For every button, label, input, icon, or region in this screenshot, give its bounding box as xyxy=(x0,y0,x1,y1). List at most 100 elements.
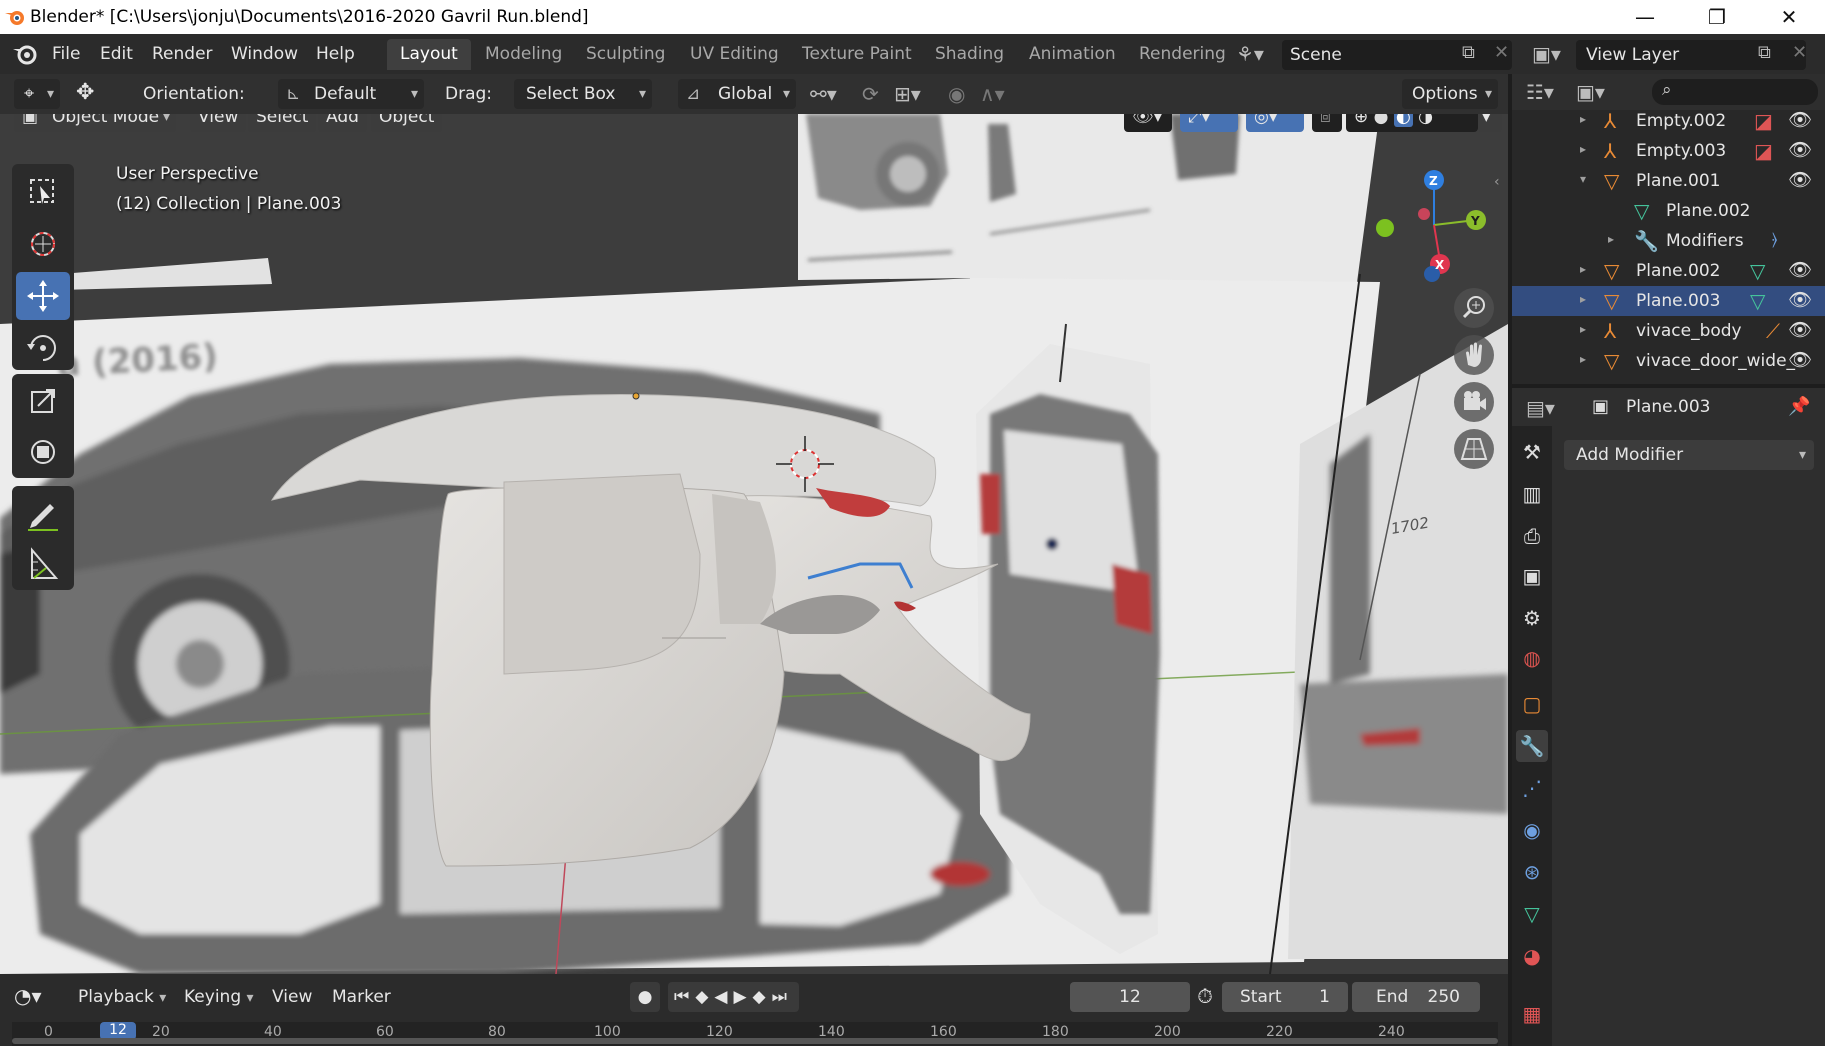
proportional-falloff-icon[interactable]: ∧▾ xyxy=(980,82,1005,106)
outliner-editor-type-icon[interactable]: ☷▾ xyxy=(1526,80,1554,104)
visibility-eye-icon[interactable]: 👁 xyxy=(1788,138,1812,161)
menu-render[interactable]: Render xyxy=(152,44,213,64)
snap-toggle-icon[interactable]: ⟳ xyxy=(862,82,879,106)
collapse-arrow-icon[interactable]: ▾ xyxy=(1580,172,1586,186)
select-box-tool[interactable] xyxy=(16,168,70,216)
timeline-editor-type-icon[interactable]: ◔▾ xyxy=(14,984,42,1008)
play-reverse-icon[interactable]: ◀ xyxy=(714,987,733,1007)
properties-editor-type-icon[interactable]: ▤▾ xyxy=(1526,396,1555,420)
rotate-tool[interactable] xyxy=(16,324,70,372)
jump-start-icon[interactable]: ⏮ xyxy=(674,987,695,1007)
outliner-row[interactable]: ▸ 🔧 Modifiers ⦒ xyxy=(1512,226,1825,256)
end-frame-field[interactable]: End 250 xyxy=(1352,982,1480,1012)
tool-tab-icon[interactable]: ⚒ xyxy=(1516,436,1548,468)
add-modifier-dropdown[interactable]: Add Modifier ▾ xyxy=(1564,440,1814,470)
close-window-button[interactable]: ✕ xyxy=(1766,4,1812,30)
options-dropdown[interactable]: Options ▾ xyxy=(1402,79,1498,109)
viewport-menu-add[interactable]: Add xyxy=(318,114,367,132)
minimize-button[interactable]: — xyxy=(1622,4,1668,30)
tab-rendering[interactable]: Rendering xyxy=(1126,39,1239,70)
expand-arrow-icon[interactable]: ▸ xyxy=(1580,262,1586,276)
view-layer-name-field[interactable]: View Layer xyxy=(1576,40,1806,70)
render-tab-icon[interactable]: ▥ xyxy=(1516,478,1548,510)
visibility-eye-icon[interactable]: 👁 xyxy=(1788,288,1812,311)
menu-edit[interactable]: Edit xyxy=(100,44,133,64)
menu-window[interactable]: Window xyxy=(231,44,298,64)
blender-menu-icon[interactable] xyxy=(12,42,38,66)
menu-file[interactable]: File xyxy=(52,44,80,64)
visibility-eye-icon[interactable]: 👁 xyxy=(1788,318,1812,341)
timeline-scrollbar[interactable] xyxy=(12,1038,1498,1044)
annotate-tool[interactable] xyxy=(16,490,70,538)
visibility-eye-icon[interactable]: 👁 xyxy=(1788,258,1812,281)
scene-tab-icon[interactable]: ⚙ xyxy=(1516,602,1548,634)
start-frame-field[interactable]: Start 1 xyxy=(1222,982,1348,1012)
expand-arrow-icon[interactable]: ▸ xyxy=(1580,352,1586,366)
mesh-data-tab-icon[interactable]: ▽ xyxy=(1516,898,1548,930)
new-scene-icon[interactable]: ⧉ xyxy=(1462,42,1475,63)
expand-arrow-icon[interactable]: ▸ xyxy=(1580,142,1586,156)
prev-keyframe-icon[interactable]: ◆ xyxy=(695,987,714,1007)
xray-toggle[interactable]: ⧈ xyxy=(1312,114,1342,132)
object-tab-icon[interactable]: ▢ xyxy=(1516,688,1548,720)
outliner-row[interactable]: ▸ ⅄ vivace_body ⟋ 👁 xyxy=(1512,316,1825,346)
rendered-shading-icon[interactable]: ◑ xyxy=(1418,114,1433,127)
tab-animation[interactable]: Animation xyxy=(1016,39,1129,70)
shading-options-dropdown[interactable]: ▾ xyxy=(1478,114,1502,132)
camera-view-button[interactable] xyxy=(1454,382,1494,422)
constraints-tab-icon[interactable]: ⊛ xyxy=(1516,856,1548,888)
particles-tab-icon[interactable]: ⋰ xyxy=(1516,772,1548,804)
scene-render[interactable]: a (2016) 1702 Z Y X xyxy=(0,114,1508,974)
display-mode-icon[interactable]: ▣▾ xyxy=(1576,80,1605,104)
timeline-menu-keying[interactable]: Keying ▾ xyxy=(184,987,254,1007)
current-frame-field[interactable]: 12 xyxy=(1070,982,1190,1012)
tab-layout[interactable]: Layout xyxy=(387,39,471,70)
stopwatch-icon[interactable]: ⏱ xyxy=(1192,984,1218,1010)
expand-arrow-icon[interactable]: ▸ xyxy=(1608,232,1614,246)
playback-controls[interactable]: ⏮◆◀▶◆⏭ xyxy=(668,982,799,1012)
tab-texture-paint[interactable]: Texture Paint xyxy=(789,39,925,70)
transform-tool[interactable] xyxy=(16,428,70,476)
expand-arrow-icon[interactable]: ▸ xyxy=(1580,112,1586,126)
proportional-edit-icon[interactable]: ◉ xyxy=(948,82,965,106)
visibility-dropdown[interactable]: 👁▾ xyxy=(1124,114,1172,132)
remove-scene-icon[interactable]: ✕ xyxy=(1494,42,1509,63)
cursor-tool[interactable] xyxy=(16,220,70,268)
jump-end-icon[interactable]: ⏭ xyxy=(772,987,793,1007)
viewport-menu-view[interactable]: View xyxy=(190,114,247,132)
zoom-view-button[interactable] xyxy=(1454,288,1494,328)
new-view-layer-icon[interactable]: ⧉ xyxy=(1758,42,1771,63)
editor-type-dropdown[interactable]: ⌖ ▾ xyxy=(14,79,60,109)
outliner-row[interactable]: ▸ ▽ Plane.002 ▽ 👁 xyxy=(1512,256,1825,286)
record-button[interactable]: ● xyxy=(630,982,660,1012)
gizmo-toggle[interactable]: ⤢▾ xyxy=(1180,114,1238,132)
world-tab-icon[interactable]: ◍ xyxy=(1516,642,1548,674)
material-shading-icon[interactable]: ◐ xyxy=(1393,114,1413,127)
orientation-dropdown[interactable]: ⊾ Default ▾ xyxy=(278,79,424,109)
material-tab-icon[interactable]: ◕ xyxy=(1516,940,1548,972)
remove-view-layer-icon[interactable]: ✕ xyxy=(1792,42,1807,63)
tab-shading[interactable]: Shading xyxy=(922,39,1017,70)
outliner-row[interactable]: ▽ Plane.002 xyxy=(1512,196,1825,226)
tab-modeling[interactable]: Modeling xyxy=(472,39,575,70)
view-layer-selector-icon[interactable]: ▣▾ xyxy=(1532,42,1561,66)
perspective-toggle-button[interactable] xyxy=(1454,429,1494,469)
timeline-menu-marker[interactable]: Marker xyxy=(332,987,391,1007)
scene-name-field[interactable]: Scene xyxy=(1282,40,1512,70)
outliner-row[interactable]: ▸ ⅄ Empty.002 ◪ 👁 xyxy=(1512,106,1825,136)
scale-tool[interactable] xyxy=(16,378,70,426)
expand-arrow-icon[interactable]: ▸ xyxy=(1580,292,1586,306)
pan-view-button[interactable] xyxy=(1454,335,1494,375)
3d-viewport[interactable]: a (2016) 1702 Z Y X ▣ Object Mode ▾ View… xyxy=(0,114,1508,974)
next-keyframe-icon[interactable]: ◆ xyxy=(753,987,772,1007)
solid-shading-icon[interactable]: ● xyxy=(1374,114,1389,127)
tab-sculpting[interactable]: Sculpting xyxy=(573,39,678,70)
physics-tab-icon[interactable]: ◉ xyxy=(1516,814,1548,846)
tab-uv-editing[interactable]: UV Editing xyxy=(677,39,792,70)
timeline-ruler[interactable]: 0 12 20 40 60 80 100 120 140 160 180 200… xyxy=(12,1022,1498,1046)
pivot-point-icon[interactable]: ⚯▾ xyxy=(810,82,837,106)
transform-orientation-dropdown[interactable]: ⊿ Global ▾ xyxy=(678,79,796,109)
visibility-eye-icon[interactable]: 👁 xyxy=(1788,348,1812,371)
timeline-menu-view[interactable]: View xyxy=(272,987,312,1007)
wireframe-shading-icon[interactable]: ⊕ xyxy=(1354,114,1368,127)
